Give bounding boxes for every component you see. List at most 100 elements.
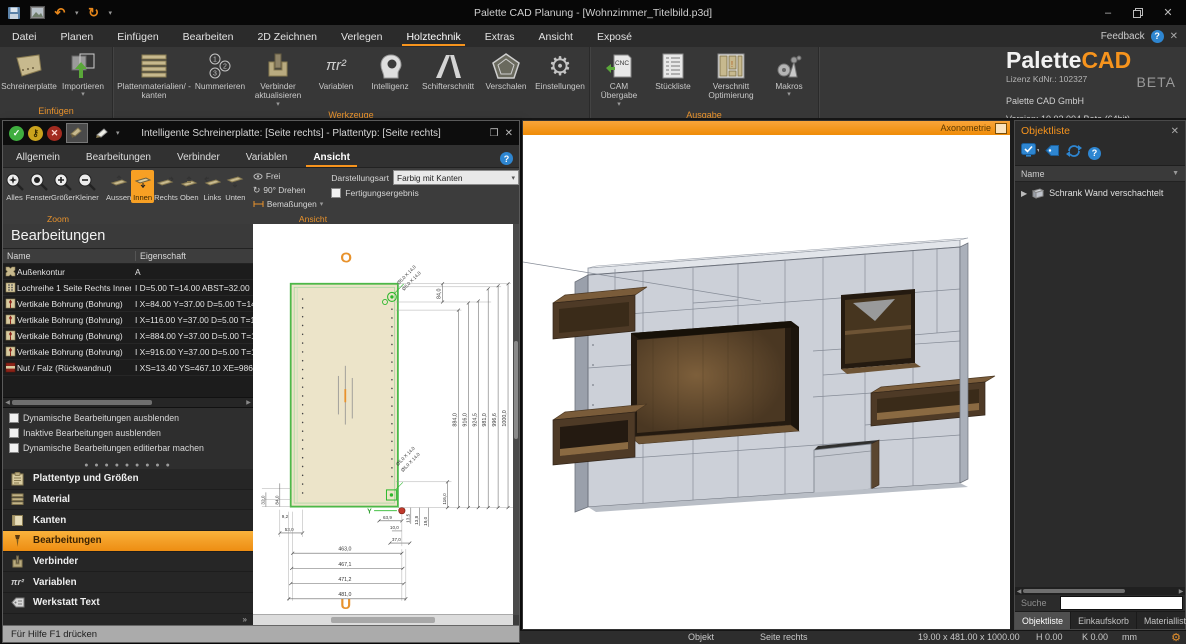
save-icon[interactable]	[6, 6, 22, 20]
nav-plattentyp[interactable]: Plattentyp und Größen	[3, 469, 253, 490]
einstellungen-button[interactable]: ⚙ Einstellungen	[533, 49, 587, 91]
view-innen-button[interactable]: Innen	[131, 170, 155, 203]
scroll-right-icon[interactable]: ▶	[1177, 588, 1185, 595]
objects-horizontal-scrollbar[interactable]: ◀ ▶	[1015, 587, 1185, 595]
broom-icon[interactable]	[92, 124, 112, 142]
free-view-option[interactable]: Frei	[253, 170, 323, 182]
toolbar-more-icon[interactable]: ▾	[109, 9, 113, 17]
hide-inactive-checkbox[interactable]: Inaktive Bearbeitungen ausblenden	[9, 427, 247, 438]
makros-button[interactable]: Makros ▾	[762, 49, 816, 99]
table-row[interactable]: Außenkontur A	[3, 264, 253, 281]
stueckliste-button[interactable]: Stückliste	[646, 49, 700, 91]
search-input[interactable]	[1060, 596, 1183, 610]
tab-variablen[interactable]: Variablen	[233, 149, 301, 167]
canvas-vertical-scrollbar[interactable]	[513, 224, 519, 615]
column-name[interactable]: Name	[1021, 169, 1044, 179]
table-row[interactable]: Nut / Falz (Rückwandnut) I XS=13.40 YS=46…	[3, 360, 253, 377]
menu-bearbeiten[interactable]: Bearbeiten	[171, 27, 246, 46]
help-icon[interactable]: ?	[1088, 146, 1101, 160]
help-icon[interactable]: ?	[1150, 29, 1164, 43]
menu-expose[interactable]: Exposé	[585, 27, 644, 46]
canvas-horizontal-scrollbar[interactable]	[253, 614, 513, 625]
scroll-left-icon[interactable]: ◀	[1015, 588, 1023, 595]
child-restore-button[interactable]: ❒	[490, 128, 499, 139]
menu-verlegen[interactable]: Verlegen	[329, 27, 394, 46]
variablen-button[interactable]: πr² Variablen	[309, 49, 363, 91]
table-row[interactable]: Vertikale Bohrung (Bohrung) I X=884.00 Y=…	[3, 328, 253, 345]
scroll-left-icon[interactable]: ◀	[3, 399, 12, 406]
nav-bearbeitungen[interactable]: Bearbeitungen	[3, 531, 253, 552]
status-unit[interactable]: mm	[1122, 632, 1137, 642]
verschalen-button[interactable]: Verschalen	[479, 49, 533, 91]
child-close-button[interactable]: ✕	[505, 128, 513, 139]
ribbon-close-icon[interactable]: ✕	[1170, 31, 1178, 42]
redo-icon[interactable]: ↻	[86, 5, 102, 20]
help-icon[interactable]: ?	[500, 152, 513, 165]
refresh-icon[interactable]	[1066, 144, 1082, 163]
importieren-button[interactable]: Importieren ▾	[56, 49, 110, 99]
table-row[interactable]: Lochreihe 1 Seite Rechts Innen. I D=5.00 …	[3, 280, 253, 297]
menu-planen[interactable]: Planen	[49, 27, 106, 46]
plattenmaterialien-button[interactable]: Plattenmaterialien/ -kanten	[115, 49, 193, 101]
viewport-restore-icon[interactable]	[995, 122, 1007, 134]
scrollbar-thumb[interactable]	[12, 399, 152, 405]
nav-variablen[interactable]: πr² Variablen	[3, 572, 253, 594]
zoom-all-button[interactable]: Alles	[3, 170, 26, 203]
status-settings-icon[interactable]: ⚙	[1171, 632, 1181, 644]
undo-dropdown-icon[interactable]: ▾	[75, 9, 79, 17]
view-aussen-button[interactable]: Aussen	[106, 170, 131, 203]
scrollbar-thumb[interactable]	[331, 617, 435, 623]
menu-2d-zeichnen[interactable]: 2D Zeichnen	[245, 27, 329, 46]
scroll-right-icon[interactable]: ▶	[244, 399, 253, 406]
paintbrush-icon[interactable]	[66, 123, 88, 143]
tab-materialliste[interactable]: Materialliste	[1137, 612, 1186, 629]
nav-werkstatt-text[interactable]: Werkstatt Text	[3, 593, 253, 614]
zoom-window-button[interactable]: Fenster	[26, 170, 51, 203]
fertigungsergebnis-checkbox[interactable]: Fertigungsergebnis	[331, 188, 519, 198]
nav-verbinder[interactable]: Verbinder	[3, 551, 253, 573]
restore-button[interactable]	[1124, 3, 1152, 22]
tab-bearbeitungen[interactable]: Bearbeitungen	[73, 149, 164, 167]
column-name[interactable]: Name	[3, 251, 136, 262]
table-row[interactable]: Vertikale Bohrung (Bohrung) I X=916.00 Y=…	[3, 344, 253, 361]
verbinder-aktualisieren-button[interactable]: Verbinder aktualisieren ▾	[247, 49, 309, 108]
nummerieren-button[interactable]: 123 Nummerieren	[193, 49, 247, 91]
zoom-in-button[interactable]: Größer	[51, 170, 75, 203]
hide-dynamic-checkbox[interactable]: Dynamische Bearbeitungen ausblenden	[9, 412, 247, 423]
rotate-90-option[interactable]: ↻ 90° Drehen	[253, 184, 323, 196]
editable-dynamic-checkbox[interactable]: Dynamische Bearbeitungen editierbar mach…	[9, 442, 247, 453]
panel-expand-icon[interactable]: »	[243, 615, 247, 624]
menu-datei[interactable]: Datei	[0, 27, 49, 46]
menu-extras[interactable]: Extras	[473, 27, 527, 46]
viewport-canvas[interactable]	[523, 135, 1011, 629]
scrollbar-thumb[interactable]	[514, 341, 518, 440]
discard-icon[interactable]: ✕	[47, 125, 62, 141]
tab-allgemein[interactable]: Allgemein	[3, 149, 73, 167]
column-eigenschaft[interactable]: Eigenschaft	[136, 251, 253, 261]
verschnitt-button[interactable]: ! Verschnitt Optimierung	[700, 49, 762, 101]
table-row[interactable]: Vertikale Bohrung (Bohrung) I X=116.00 Y=…	[3, 312, 253, 329]
table-horizontal-scrollbar[interactable]: ◀ ▶	[3, 397, 253, 408]
menu-holztechnik[interactable]: Holztechnik	[394, 27, 472, 46]
2d-drawing-canvas[interactable]: O U Ø5,0 X 14,0 Ø5,0 X 14,0 Ø5,0 X 14,0 …	[253, 224, 513, 615]
expand-icon[interactable]: ▶	[1021, 189, 1027, 198]
tag-icon[interactable]	[1045, 144, 1060, 162]
minimize-button[interactable]: –	[1094, 3, 1122, 22]
image-icon[interactable]	[29, 6, 45, 20]
key-icon[interactable]: ⚷	[28, 125, 43, 141]
intelligenz-button[interactable]: Intelligenz	[363, 49, 417, 91]
schifterschnitt-button[interactable]: Schifterschnitt	[417, 49, 479, 91]
view-links-button[interactable]: Links	[201, 170, 224, 203]
nav-material[interactable]: Material	[3, 489, 253, 511]
zoom-out-button[interactable]: Kleiner	[75, 170, 99, 203]
tab-ansicht[interactable]: Ansicht	[300, 149, 363, 167]
status-object-name[interactable]: Seite rechts	[760, 632, 808, 642]
splitter-handle[interactable]: ● ● ● ● ● ● ● ● ●	[3, 461, 253, 469]
visibility-icon[interactable]: ▾	[1021, 143, 1040, 163]
tab-objektliste[interactable]: Objektliste	[1015, 612, 1072, 629]
view-unten-button[interactable]: Unten	[224, 170, 247, 203]
panel-close-icon[interactable]: ✕	[1171, 126, 1179, 137]
feedback-link[interactable]: Feedback	[1101, 31, 1145, 42]
toolbar-more-icon[interactable]: ▾	[116, 129, 120, 137]
undo-icon[interactable]: ↶	[52, 5, 68, 20]
